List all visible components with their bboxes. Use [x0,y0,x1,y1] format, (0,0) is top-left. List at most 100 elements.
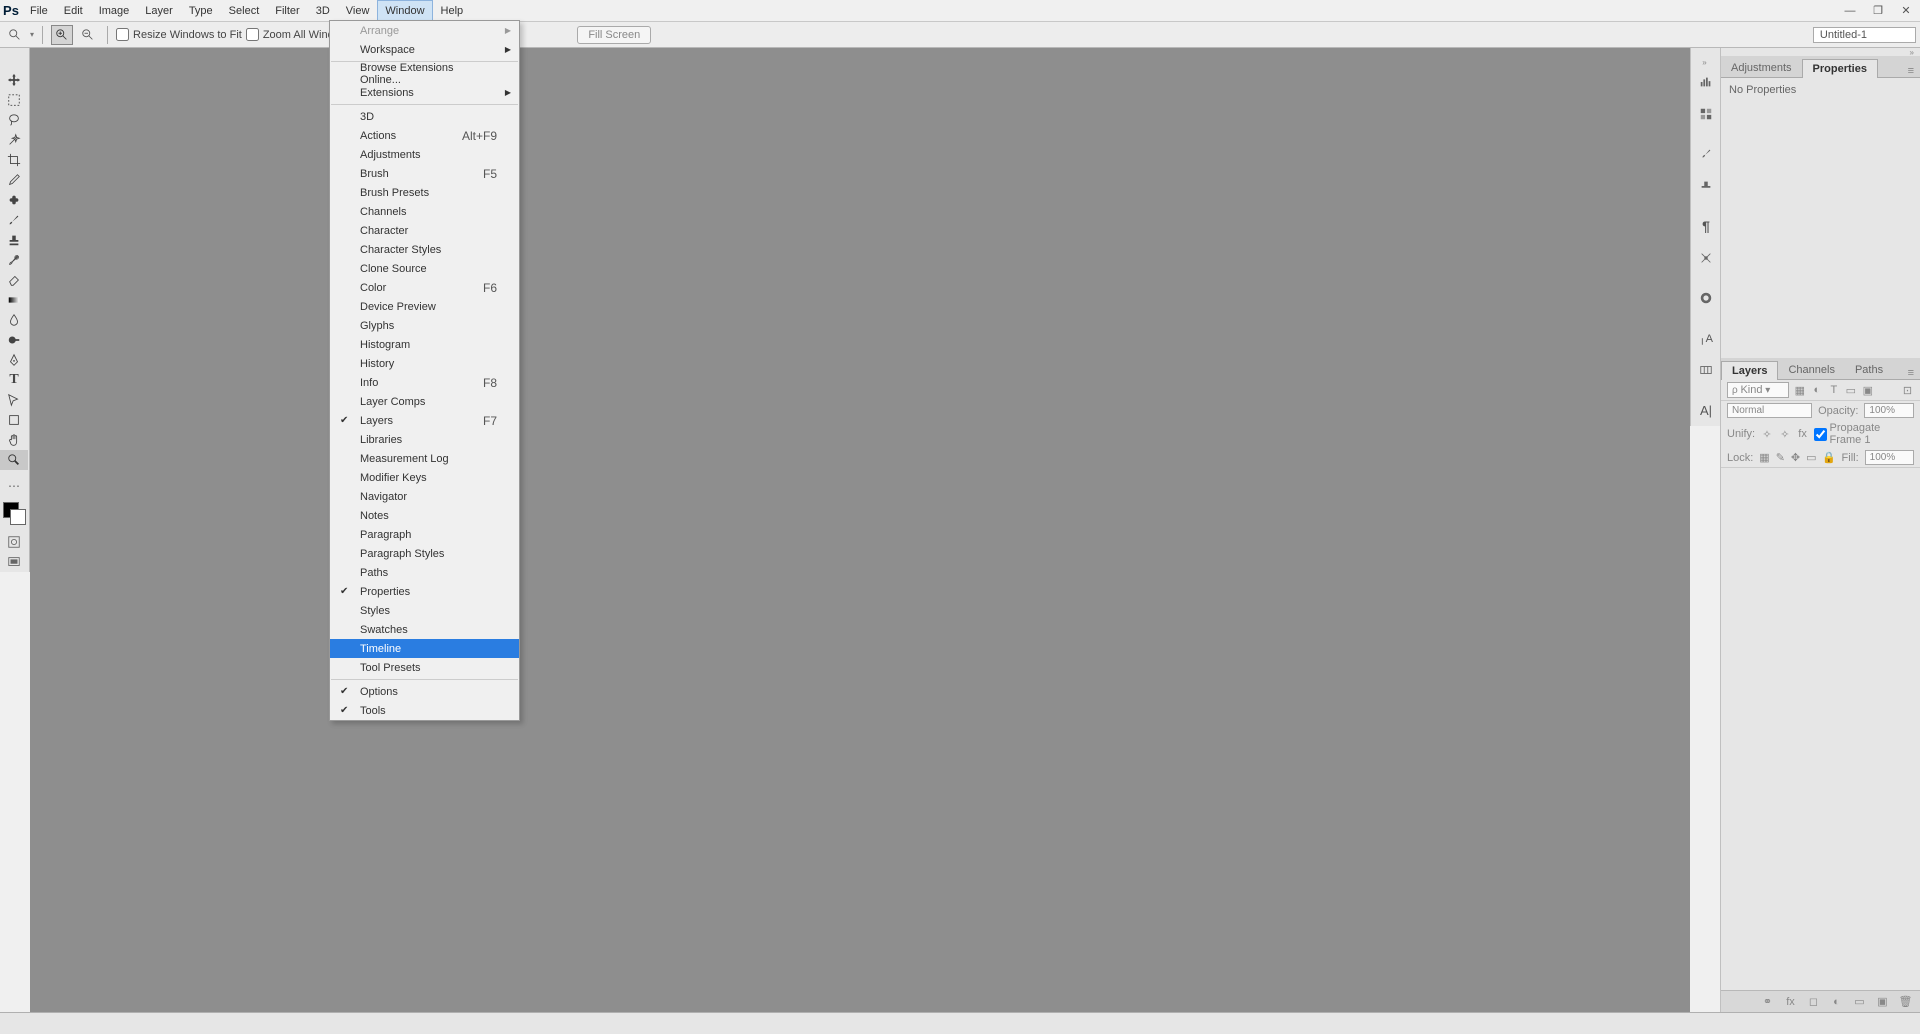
menu-item-paths[interactable]: Paths [330,563,519,582]
menu-item-measurement-log[interactable]: Measurement Log [330,449,519,468]
crop-tool[interactable] [0,150,28,170]
fill-screen-button[interactable]: Fill Screen [577,26,651,44]
properties-tab[interactable]: Properties [1802,59,1878,78]
menu-item-channels[interactable]: Channels [330,202,519,221]
dock-glyph-icon[interactable] [1691,354,1721,386]
menu-item-character-styles[interactable]: Character Styles [330,240,519,259]
propagate-checkbox[interactable]: Propagate Frame 1 [1814,422,1914,446]
healing-tool[interactable] [0,190,28,210]
stamp-tool[interactable] [0,230,28,250]
dock-swatches-icon[interactable] [1691,98,1721,130]
menu-item-browse-extensions-online-[interactable]: Browse Extensions Online... [330,64,519,83]
menu-layer[interactable]: Layer [137,0,181,22]
type-filter-icon[interactable]: T [1827,384,1840,397]
minimize-button[interactable]: — [1836,1,1864,21]
fill-input[interactable]: 100% [1865,450,1915,465]
lock-all-icon[interactable]: 🔒 [1823,451,1836,464]
smart-filter-icon[interactable]: ▣ [1861,384,1874,397]
filter-toggle-icon[interactable]: ⊡ [1901,384,1914,397]
screen-mode-button[interactable] [0,552,28,572]
menu-item-navigator[interactable]: Navigator [330,487,519,506]
menu-item-character[interactable]: Character [330,221,519,240]
layer-mask-icon[interactable]: ◻ [1807,995,1820,1008]
panel-menu-icon[interactable]: ≡ [1902,65,1920,77]
dock-brush-icon[interactable] [1691,138,1721,170]
menu-filter[interactable]: Filter [267,0,307,22]
lock-artboard-icon[interactable]: ▭ [1806,451,1816,464]
unify-visibility-icon[interactable]: ✧ [1779,428,1791,441]
canvas-area[interactable] [30,48,1690,1012]
menu-item-styles[interactable]: Styles [330,601,519,620]
menu-item-histogram[interactable]: Histogram [330,335,519,354]
delete-layer-icon[interactable]: 🗑 [1899,995,1912,1008]
edit-toolbar-button[interactable]: ⋯ [0,476,28,496]
menu-item-arrange[interactable]: Arrange▶ [330,21,519,40]
menu-window[interactable]: Window [377,0,432,22]
channels-tab[interactable]: Channels [1778,361,1844,379]
new-layer-icon[interactable]: ▣ [1876,995,1889,1008]
document-selector[interactable]: Untitled-1 [1813,27,1916,43]
menu-view[interactable]: View [338,0,378,22]
kind-filter[interactable]: ρ Kind ▾ [1727,382,1789,398]
adjustments-tab[interactable]: Adjustments [1721,59,1802,77]
dock-histogram-icon[interactable] [1691,66,1721,98]
blur-tool[interactable] [0,310,28,330]
menu-image[interactable]: Image [91,0,138,22]
menu-help[interactable]: Help [433,0,472,22]
pixel-filter-icon[interactable]: ▦ [1793,384,1806,397]
tool-preset-picker[interactable] [4,25,26,45]
menu-item-brush[interactable]: BrushF5 [330,164,519,183]
menu-item-layer-comps[interactable]: Layer Comps [330,392,519,411]
menu-item-paragraph-styles[interactable]: Paragraph Styles [330,544,519,563]
menu-item-paragraph[interactable]: Paragraph [330,525,519,544]
lock-transparent-icon[interactable]: ▦ [1759,451,1769,464]
unify-position-icon[interactable]: ✧ [1761,428,1773,441]
layers-tab[interactable]: Layers [1721,361,1778,380]
marquee-tool[interactable] [0,90,28,110]
layer-fx-icon[interactable]: fx [1784,995,1797,1008]
menu-file[interactable]: File [22,0,56,22]
menu-item-glyphs[interactable]: Glyphs [330,316,519,335]
paths-tab[interactable]: Paths [1845,361,1893,379]
menu-item-extensions[interactable]: Extensions▶ [330,83,519,102]
history-brush-tool[interactable] [0,250,28,270]
adjustment-layer-icon[interactable]: ◐ [1830,995,1843,1008]
unify-style-icon[interactable]: fx [1797,428,1809,441]
eyedropper-tool[interactable] [0,170,28,190]
hand-tool[interactable] [0,430,28,450]
maximize-button[interactable]: ❐ [1864,1,1892,21]
lock-pixels-icon[interactable]: ✎ [1776,451,1785,464]
lasso-tool[interactable] [0,110,28,130]
menu-item-device-preview[interactable]: Device Preview [330,297,519,316]
brush-tool[interactable] [0,210,28,230]
lock-position-icon[interactable]: ✥ [1791,451,1800,464]
menu-item-timeline[interactable]: Timeline [330,639,519,658]
group-icon[interactable]: ▭ [1853,995,1866,1008]
shape-filter-icon[interactable]: ▭ [1844,384,1857,397]
shape-tool[interactable] [0,410,28,430]
opacity-input[interactable]: 100% [1864,403,1914,418]
menu-item-color[interactable]: ColorF6 [330,278,519,297]
dock-typetool-icon[interactable]: A| [1691,394,1721,426]
menu-item-actions[interactable]: ActionsAlt+F9 [330,126,519,145]
menu-item-libraries[interactable]: Libraries [330,430,519,449]
adjust-filter-icon[interactable]: ◐ [1810,384,1823,397]
menu-item-info[interactable]: InfoF8 [330,373,519,392]
foreground-background-colors[interactable] [0,500,28,526]
dock-cc-icon[interactable] [1691,282,1721,314]
collapse-icon[interactable]: » [1691,58,1720,66]
menu-item-workspace[interactable]: Workspace▶ [330,40,519,59]
resize-windows-checkbox[interactable]: Resize Windows to Fit [116,28,242,41]
move-tool[interactable] [0,70,28,90]
menu-item-brush-presets[interactable]: Brush Presets [330,183,519,202]
gradient-tool[interactable] [0,290,28,310]
dock-paragraph-icon[interactable]: ¶ [1691,210,1721,242]
dodge-tool[interactable] [0,330,28,350]
menu-item-modifier-keys[interactable]: Modifier Keys [330,468,519,487]
zoom-tool[interactable] [0,450,28,470]
quick-mask-button[interactable] [0,532,28,552]
dock-character-icon[interactable]: ╷A [1691,322,1721,354]
menu-edit[interactable]: Edit [56,0,91,22]
panel-menu-icon[interactable]: ≡ [1902,367,1920,379]
menu-item-clone-source[interactable]: Clone Source [330,259,519,278]
